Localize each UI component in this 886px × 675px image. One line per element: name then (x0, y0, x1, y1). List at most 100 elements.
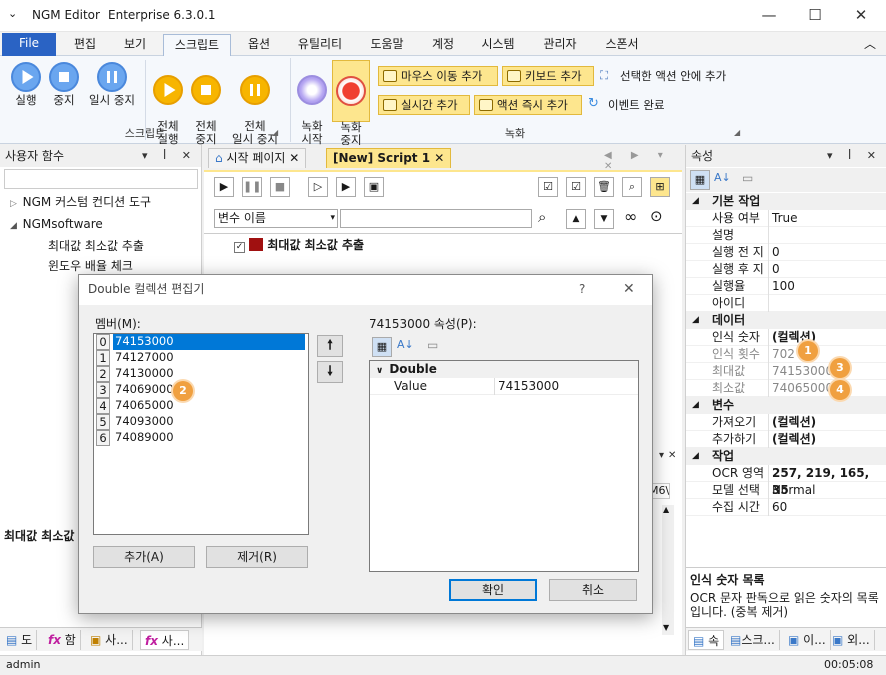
menu-utility[interactable]: 유틸리티 (288, 34, 352, 56)
move-down-icon[interactable]: ▼ (594, 209, 614, 229)
pane-buttons[interactable]: ▾✕ (659, 450, 679, 466)
menu-view[interactable]: 보기 (112, 34, 158, 56)
scroll-up-icon[interactable]: ▲ (663, 505, 669, 514)
property-value[interactable]: Normal (772, 482, 815, 499)
property-category[interactable]: ◢ 작업 (686, 448, 886, 465)
panel-buttons[interactable]: ▾ ꟾ ✕ (142, 145, 197, 167)
list-item[interactable]: 2 74130000 (94, 366, 308, 382)
pause-button[interactable]: 일시 중지 (84, 62, 140, 107)
pause-icon[interactable]: ❚❚ (242, 177, 262, 197)
tab-image[interactable]: ▣ 이... (784, 630, 831, 650)
property-value[interactable]: True (772, 210, 798, 227)
variable-search-input[interactable] (340, 209, 532, 228)
property-value[interactable]: (컬렉션) (772, 431, 816, 448)
sort-alpha-icon[interactable]: A↓ (397, 338, 414, 351)
property-row[interactable]: 아이디 (686, 295, 886, 312)
menu-edit[interactable]: 편집 (62, 34, 108, 56)
tree-item[interactable]: ▷ NGM 커스텀 컨디션 도구 (10, 192, 151, 214)
instant-add-button[interactable]: 액션 즉시 추가 (474, 95, 582, 115)
property-category[interactable]: ∨ Double (370, 361, 638, 378)
property-value[interactable]: 74065000 (772, 380, 833, 397)
property-row[interactable]: 추가하기 (컬렉션) (686, 431, 886, 448)
search-icon[interactable]: ⌕ (622, 177, 642, 197)
property-value[interactable]: 100 (772, 278, 795, 295)
variable-name-combo[interactable]: 변수 이름 ▾ (214, 209, 338, 228)
menu-help[interactable]: 도움말 (360, 34, 414, 56)
infinity-icon[interactable]: ∞ (624, 207, 637, 226)
tab-script-1[interactable]: [New] Script 1 ✕ (326, 148, 452, 168)
property-value[interactable]: 74153000 (498, 378, 559, 395)
menu-account[interactable]: 계정 (420, 34, 466, 56)
members-list[interactable]: 0 74153000 1 74127000 2 74130000 3 74069000 4 740… (93, 333, 309, 535)
property-row[interactable]: 가져오기 (컬렉션) (686, 414, 886, 431)
categorized-icon[interactable]: ▦ (372, 337, 392, 357)
sort-alpha-icon[interactable]: A↓ (714, 171, 731, 184)
tree-item[interactable]: 최대값 최소값 추출 (10, 236, 151, 256)
menu-system[interactable]: 시스템 (472, 34, 524, 56)
search-icon[interactable]: ⌕ (538, 208, 546, 226)
property-row[interactable]: 모델 선택 Normal (686, 482, 886, 499)
property-value[interactable]: 702 (772, 346, 795, 363)
group-launcher-icon[interactable]: ◢ (734, 128, 740, 137)
property-row[interactable]: 인식 숫자 (컬렉션) (686, 329, 886, 346)
add-keyboard-button[interactable]: 키보드 추가 (502, 66, 594, 86)
tree-item[interactable]: 윈도우 배율 체크 (10, 256, 151, 276)
menu-script[interactable]: 스크립트 (163, 34, 231, 56)
tab-doc[interactable]: ▤ 도 (2, 630, 38, 650)
tab-external[interactable]: ▣ 외... (828, 630, 875, 650)
add-mouse-move-button[interactable]: 마우스 이동 추가 (378, 66, 498, 86)
menu-sponsor[interactable]: 스폰서 (596, 34, 648, 56)
property-row[interactable]: 실행 후 지 0 (686, 261, 886, 278)
list-item[interactable]: 3 74069000 (94, 382, 308, 398)
property-category[interactable]: ◢ 데이터 (686, 312, 886, 329)
add-inside-action-button[interactable]: ⛶ 선택한 액션 안에 추가 (600, 68, 726, 84)
filter-input[interactable] (4, 169, 198, 189)
collapse-icon[interactable]: ◢ (692, 193, 699, 210)
property-row[interactable]: 사용 여부 True (686, 210, 886, 227)
check-all-icon[interactable]: ☑ (538, 177, 558, 197)
tab-properties[interactable]: ▤ 속 (688, 630, 725, 650)
collapse-icon[interactable]: ◢ (692, 312, 699, 329)
step-into-icon[interactable]: ▶ (336, 177, 356, 197)
stop-button[interactable]: 중지 (46, 62, 82, 107)
tab-start-page[interactable]: ⌂ 시작 페이지 ✕ (208, 148, 307, 168)
property-row[interactable]: 최소값 74065000 (686, 380, 886, 397)
scrollbar[interactable]: ▲ ▼ (662, 505, 674, 635)
script-action-row[interactable]: ✓ 최대값 최소값 추출 (234, 236, 364, 253)
menu-admin[interactable]: 관리자 (534, 34, 586, 56)
property-row[interactable]: 수집 시간 60 (686, 499, 886, 516)
list-item[interactable]: 6 74089000 (94, 430, 308, 446)
realtime-add-button[interactable]: 실시간 추가 (378, 95, 470, 115)
property-value[interactable]: (컬렉션) (772, 414, 816, 431)
list-item[interactable]: 1 74127000 (94, 350, 308, 366)
window-menu-icon[interactable]: ⌄ (8, 7, 17, 20)
run-button[interactable]: 실행 (4, 62, 48, 107)
tab-script[interactable]: ▤스크... (726, 630, 780, 650)
close-button[interactable]: ✕ (838, 0, 884, 32)
move-down-button[interactable]: 🠗 (317, 361, 343, 383)
menu-file[interactable]: File (2, 33, 56, 56)
list-item[interactable]: 0 74153000 (94, 334, 308, 350)
group-launcher-icon[interactable]: ◢ (272, 128, 278, 137)
tab-nav-icons[interactable]: ◀ ▶ ▾ ✕ (604, 150, 682, 172)
collapse-ribbon-icon[interactable]: ︿ (860, 34, 880, 56)
step-icon[interactable]: ▷ (308, 177, 328, 197)
list-item[interactable]: 4 74065000 (94, 398, 308, 414)
property-value[interactable]: 0 (772, 244, 780, 261)
collapse-icon[interactable]: ◢ (692, 397, 699, 414)
property-category[interactable]: ◢ 변수 (686, 397, 886, 414)
cancel-button[interactable]: 취소 (549, 579, 637, 601)
categorized-icon[interactable]: ▦ (690, 170, 710, 190)
stop-icon[interactable]: ■ (270, 177, 290, 197)
add-button[interactable]: 추가(A) (93, 546, 195, 568)
remove-button[interactable]: 제거(R) (206, 546, 308, 568)
property-category[interactable]: ◢ 기본 작업 (686, 193, 886, 210)
maximize-button[interactable]: ☐ (792, 0, 838, 32)
help-icon[interactable]: ? (579, 275, 585, 303)
menu-options[interactable]: 옵션 (236, 34, 282, 56)
property-row[interactable]: 최대값 74153000 (686, 363, 886, 380)
ok-button[interactable]: 확인 (449, 579, 537, 601)
tree-item[interactable]: ◢ NGMsoftware (10, 214, 151, 236)
more-icon[interactable]: ⊙ (650, 207, 663, 225)
property-row[interactable]: 인식 횟수 702 (686, 346, 886, 363)
